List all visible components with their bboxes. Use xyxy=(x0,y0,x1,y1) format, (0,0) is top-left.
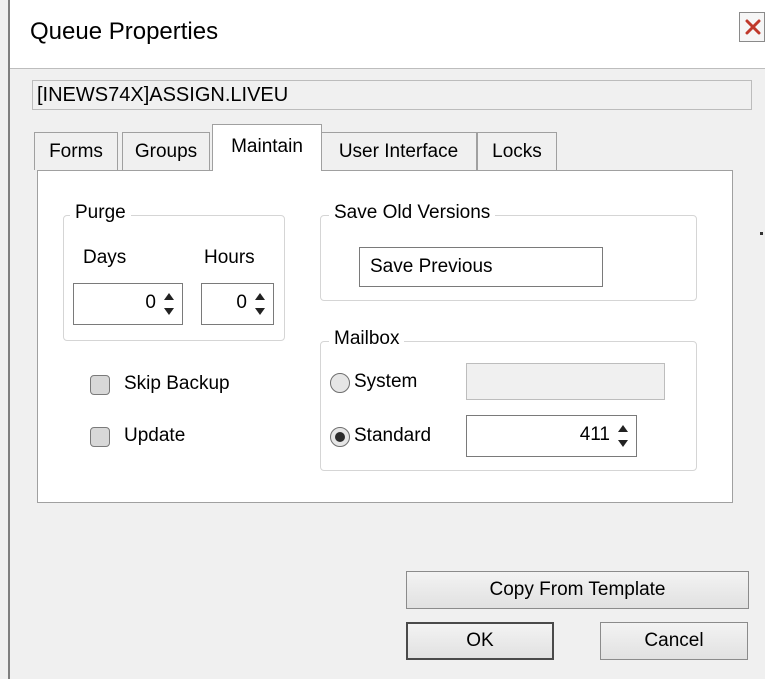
close-button[interactable] xyxy=(739,12,765,42)
copy-from-template-button[interactable]: Copy From Template xyxy=(406,571,749,609)
tab-user-interface[interactable]: User Interface xyxy=(320,132,477,170)
save-old-versions-field[interactable]: Save Previous xyxy=(359,247,603,287)
stray-dot xyxy=(760,232,763,235)
queue-path-field: [INEWS74X]ASSIGN.LIVEU xyxy=(32,80,752,110)
standard-mailbox-stepper[interactable]: 411 xyxy=(466,415,637,457)
tab-maintain[interactable]: Maintain xyxy=(212,124,322,171)
mailbox-legend: Mailbox xyxy=(329,328,405,350)
standard-radio[interactable] xyxy=(330,427,350,447)
save-old-versions-legend: Save Old Versions xyxy=(329,202,496,224)
window-title: Queue Properties xyxy=(30,18,219,45)
skip-backup-label: Skip Backup xyxy=(124,373,230,394)
days-stepper[interactable]: 0 xyxy=(73,283,183,325)
hours-value: 0 xyxy=(236,292,247,313)
days-label: Days xyxy=(83,247,127,268)
system-label: System xyxy=(354,371,418,392)
purge-legend: Purge xyxy=(70,202,131,224)
spin-arrows-icon[interactable] xyxy=(162,289,176,319)
update-label: Update xyxy=(124,425,186,446)
hours-stepper[interactable]: 0 xyxy=(201,283,274,325)
close-icon xyxy=(745,19,761,35)
system-radio[interactable] xyxy=(330,373,350,393)
skip-backup-checkbox[interactable] xyxy=(90,375,110,395)
system-mailbox-field xyxy=(466,363,665,400)
queue-properties-dialog: Queue Properties [INEWS74X]ASSIGN.LIVEU … xyxy=(8,0,765,679)
tab-forms[interactable]: Forms xyxy=(34,132,118,170)
cancel-button[interactable]: Cancel xyxy=(600,622,748,660)
standard-mailbox-value: 411 xyxy=(579,424,610,445)
ok-button[interactable]: OK xyxy=(406,622,554,660)
maintain-tab-panel: Purge Days Hours 0 0 Skip Backup Update … xyxy=(37,170,733,503)
hours-label: Hours xyxy=(204,247,255,268)
standard-label: Standard xyxy=(354,425,432,446)
days-value: 0 xyxy=(145,292,156,313)
update-checkbox[interactable] xyxy=(90,427,110,447)
title-bar: Queue Properties xyxy=(10,0,765,69)
spin-arrows-icon[interactable] xyxy=(253,289,267,319)
tab-groups[interactable]: Groups xyxy=(122,132,210,170)
tab-locks[interactable]: Locks xyxy=(477,132,557,170)
spin-arrows-icon[interactable] xyxy=(616,421,630,451)
